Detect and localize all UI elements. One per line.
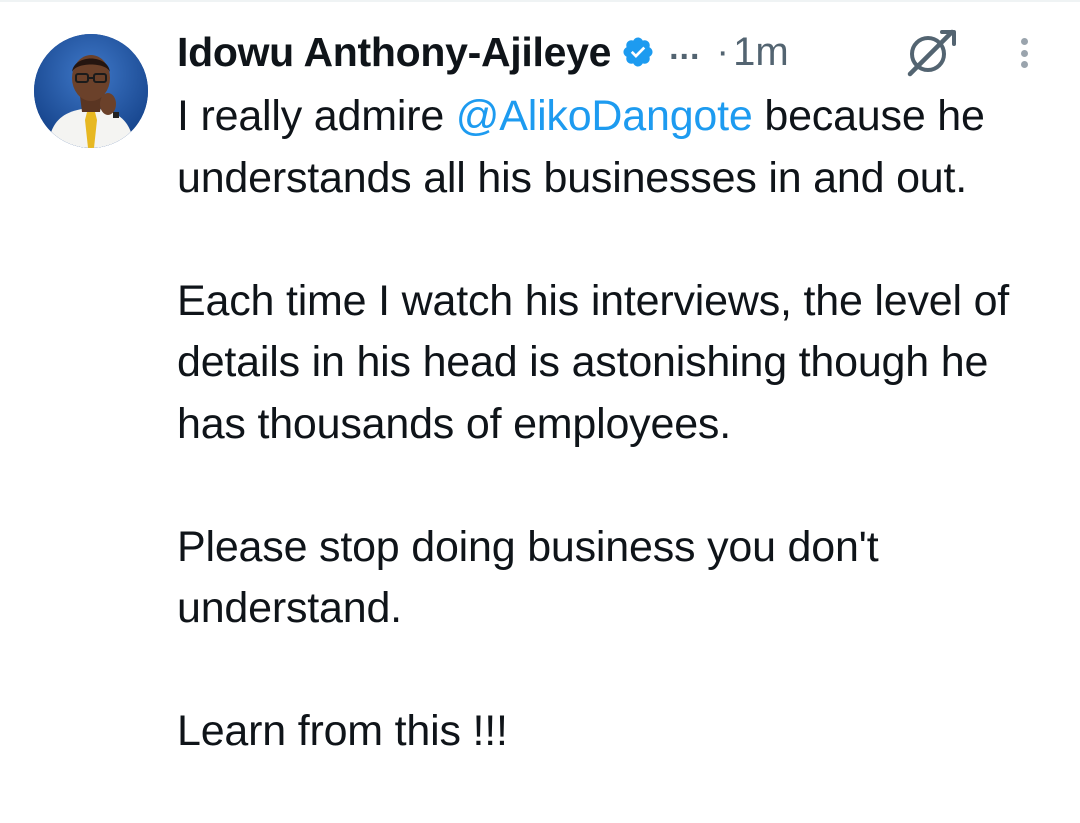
tweet-paragraph-1: I really admire @AlikoDangote because he… — [177, 86, 1057, 209]
tweet-paragraph-4: Learn from this !!! — [177, 707, 508, 755]
header-separator: · — [716, 30, 730, 73]
verified-badge-icon[interactable] — [621, 35, 655, 69]
tweet[interactable]: Idowu Anthony-Ajileye ... · 1m I really … — [0, 0, 1080, 823]
tweet-timestamp[interactable]: 1m — [733, 30, 789, 75]
author-avatar[interactable] — [34, 34, 148, 148]
more-dot — [1020, 49, 1028, 57]
tweet-paragraph-2: Each time I watch his interviews, the le… — [177, 276, 1010, 448]
vertical-more-icon[interactable] — [1006, 30, 1042, 76]
tweet-text: I really admire @AlikoDangote because he… — [177, 86, 1057, 763]
name-truncation-ellipsis: ... — [669, 28, 701, 67]
tweet-header: Idowu Anthony-Ajileye ... · 1m — [177, 26, 789, 78]
more-dot — [1020, 38, 1028, 45]
tweet-paragraph-3: Please stop doing business you don't und… — [177, 522, 879, 633]
grok-icon[interactable] — [902, 26, 958, 78]
mention-link[interactable]: @AlikoDangote — [456, 92, 753, 140]
tweet-text-segment: I really admire — [177, 92, 456, 140]
more-dot — [1020, 61, 1028, 68]
author-display-name[interactable]: Idowu Anthony-Ajileye — [177, 29, 611, 76]
avatar-photo — [34, 34, 148, 148]
